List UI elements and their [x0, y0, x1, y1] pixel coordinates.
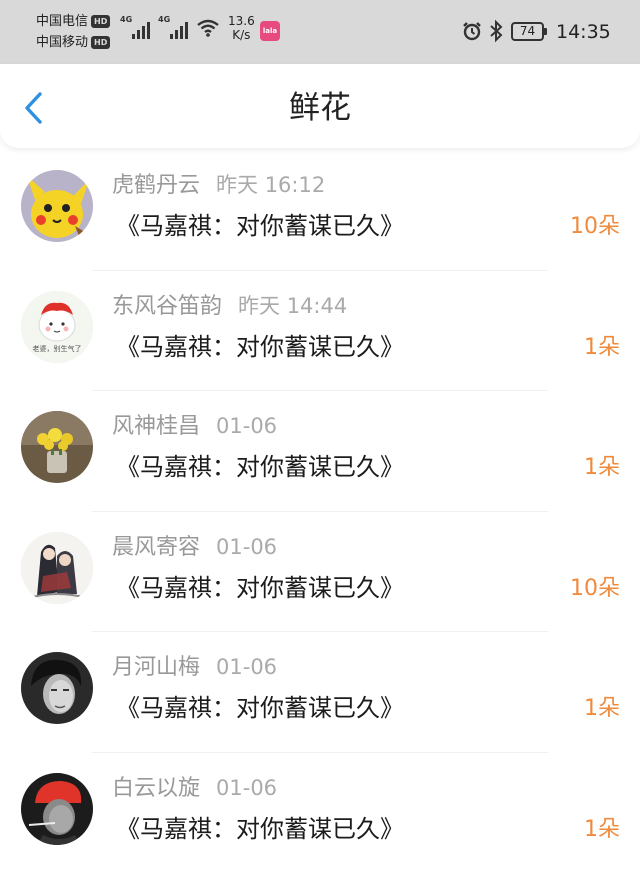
status-time: 14:35 [556, 21, 611, 43]
gift-work-title: 《马嘉祺：对你蓄谋已久》 [116, 212, 404, 240]
speed-value: 13.6 [228, 14, 255, 28]
send-time: 01-06 [216, 655, 278, 679]
flower-count: 1朵 [584, 696, 620, 721]
avatar[interactable] [21, 652, 93, 724]
pikachu-avatar-icon [21, 170, 93, 242]
status-bar: 中国电信 HD 中国移动 HD 4G 4G 13.6 K/s lala 74 14:… [0, 0, 640, 64]
send-time: 01-06 [216, 534, 278, 559]
cartoon-face-avatar-icon: 老婆，别生气了 [21, 290, 93, 363]
page-title: 鲜花 [289, 90, 351, 126]
send-time: 01-06 [216, 414, 278, 438]
send-time: 01-06 [216, 775, 278, 800]
carrier-telecom-label: 中国电信 [36, 14, 89, 29]
network-type-1: 4G [120, 15, 133, 24]
list-item[interactable]: 月河山梅 01-06 《马嘉祺：对你蓄谋已久》 1朵 [0, 632, 640, 753]
gift-work-title: 《马嘉祺：对你蓄谋已久》 [116, 573, 404, 602]
signal-icon-1: 4G [120, 15, 150, 39]
list-item[interactable]: 老婆，别生气了 东风谷笛韵 昨天 14:44 《马嘉祺：对你蓄谋已久》 1朵 [0, 271, 640, 391]
avatar[interactable] [21, 411, 93, 483]
sender-name: 东风谷笛韵 [112, 293, 223, 319]
avatar[interactable] [21, 531, 93, 604]
carrier-mobile: 中国移动 HD [36, 35, 111, 50]
list-item[interactable]: 白云以旋 01-06 《马嘉祺：对你蓄谋已久》 1朵 [0, 753, 640, 874]
gift-work-title: 《马嘉祺：对你蓄谋已久》 [116, 453, 404, 481]
speed-unit: K/s [232, 28, 251, 42]
gift-work-title: 《马嘉祺：对你蓄谋已久》 [116, 332, 404, 361]
flower-count: 1朵 [584, 334, 620, 360]
network-type-2: 4G [158, 15, 171, 24]
sender-name: 月河山梅 [112, 655, 201, 680]
battery-indicator: 74 [511, 22, 547, 41]
avatar[interactable]: 老婆，别生气了 [21, 290, 93, 363]
sender-line: 白云以旋 01-06 [112, 773, 277, 804]
flower-count: 1朵 [584, 816, 620, 842]
sender-name: 白云以旋 [112, 775, 201, 801]
portrait-bw-avatar-icon [21, 652, 93, 724]
flower-count: 10朵 [570, 214, 620, 239]
app-notification-icon: lala [260, 21, 280, 41]
sender-name: 风神桂昌 [112, 414, 201, 439]
sender-line: 虎鹤丹云 昨天 16:12 [112, 170, 325, 201]
sender-line: 晨风寄容 01-06 [112, 532, 277, 563]
hd-badge: HD [91, 36, 111, 49]
flower-gift-list: 虎鹤丹云 昨天 16:12 《马嘉祺：对你蓄谋已久》 10朵 老婆，别生气了 东风… [0, 150, 640, 873]
flower-count: 10朵 [570, 575, 620, 601]
list-item[interactable]: 虎鹤丹云 昨天 16:12 《马嘉祺：对你蓄谋已久》 10朵 [0, 150, 640, 271]
avatar[interactable] [21, 772, 93, 845]
flowers-photo-avatar-icon [21, 411, 93, 483]
carrier-mobile-label: 中国移动 [36, 35, 89, 50]
hd-badge: HD [91, 15, 111, 28]
alarm-icon [463, 22, 481, 41]
signal-icon-2: 4G [158, 15, 188, 39]
red-cap-portrait-avatar-icon [21, 772, 93, 845]
sender-line: 月河山梅 01-06 [112, 652, 277, 683]
gift-work-title: 《马嘉祺：对你蓄谋已久》 [116, 694, 404, 722]
sender-line: 风神桂昌 01-06 [112, 411, 277, 442]
sender-name: 晨风寄容 [112, 534, 201, 560]
bluetooth-icon [490, 19, 503, 43]
carrier-telecom: 中国电信 HD [36, 14, 111, 29]
avatar-caption: 老婆，别生气了 [33, 344, 82, 353]
send-time: 昨天 16:12 [216, 173, 326, 197]
sender-name: 虎鹤丹云 [112, 173, 201, 198]
wifi-icon [197, 19, 219, 37]
list-item[interactable]: 风神桂昌 01-06 《马嘉祺：对你蓄谋已久》 1朵 [0, 391, 640, 512]
sender-line: 东风谷笛韵 昨天 14:44 [112, 291, 347, 322]
gift-work-title: 《马嘉祺：对你蓄谋已久》 [116, 814, 404, 843]
list-item[interactable]: 晨风寄容 01-06 《马嘉祺：对你蓄谋已久》 10朵 [0, 512, 640, 632]
avatar[interactable] [21, 170, 93, 242]
flower-count: 1朵 [584, 455, 620, 480]
network-speed: 13.6 K/s [228, 14, 255, 42]
illustrated-figures-avatar-icon [21, 531, 93, 604]
send-time: 昨天 14:44 [238, 293, 348, 318]
page-header: 鲜花 [0, 64, 640, 148]
